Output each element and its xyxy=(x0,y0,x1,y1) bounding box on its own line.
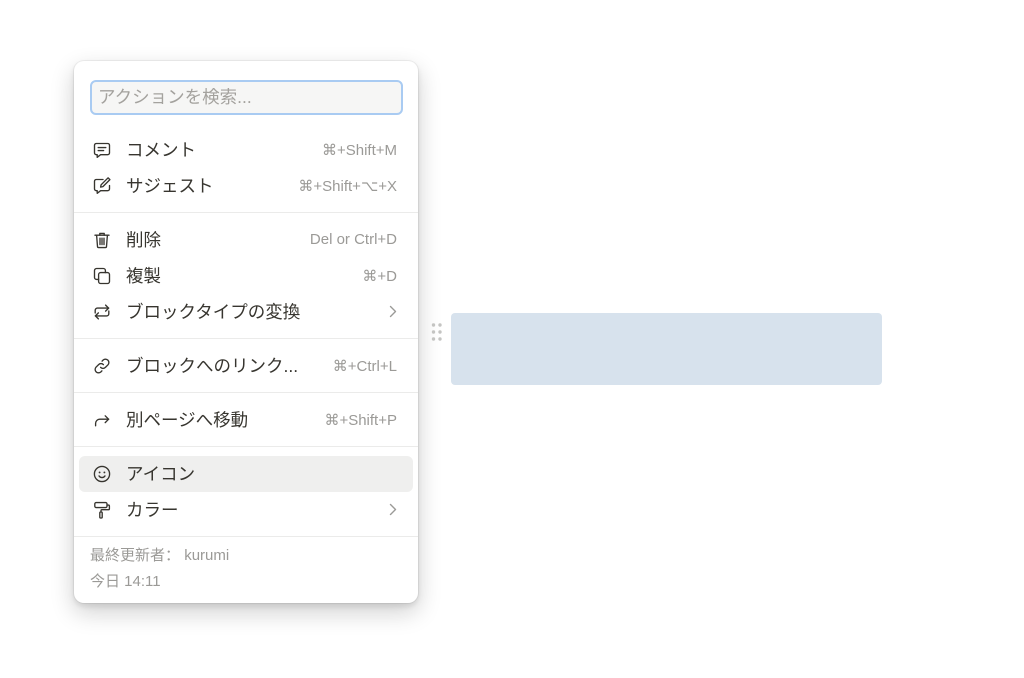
chevron-right-icon xyxy=(389,305,397,318)
menu-item-comment[interactable]: コメント ⌘+Shift+M xyxy=(79,132,413,168)
last-edited-by: 最終更新者： kurumi xyxy=(90,543,402,569)
search-container xyxy=(74,80,418,115)
menu-item-label: サジェスト xyxy=(126,176,214,196)
selected-block[interactable] xyxy=(451,313,882,385)
menu-section-move: 別ページへ移動 ⌘+Shift+P xyxy=(74,392,418,446)
chevron-right-icon xyxy=(389,503,397,516)
menu-item-delete[interactable]: 削除 Del or Ctrl+D xyxy=(79,222,413,258)
last-edited-by-label: 最終更新者： xyxy=(90,547,181,564)
move-to-icon xyxy=(92,410,112,430)
link-icon xyxy=(92,356,112,376)
menu-item-shortcut: ⌘+D xyxy=(362,267,397,285)
menu-item-turn-into[interactable]: ブロックタイプの変換 xyxy=(79,294,413,330)
menu-item-shortcut: ⌘+Shift+⌥+X xyxy=(298,177,397,195)
trash-icon xyxy=(92,230,112,250)
menu-item-move-to[interactable]: 別ページへ移動 ⌘+Shift+P xyxy=(79,402,413,438)
menu-item-shortcut: ⌘+Shift+P xyxy=(324,411,397,429)
drag-handle-icon[interactable] xyxy=(429,321,443,343)
smiley-icon xyxy=(92,464,112,484)
menu-item-label: ブロックタイプの変換 xyxy=(126,302,301,322)
menu-item-label: コメント xyxy=(126,140,196,160)
menu-item-shortcut: ⌘+Shift+M xyxy=(321,141,397,159)
menu-item-copy-link[interactable]: ブロックへのリンク... ⌘+Ctrl+L xyxy=(79,348,413,384)
block-action-menu: コメント ⌘+Shift+M サジェスト ⌘+Shift+⌥+X xyxy=(74,61,418,603)
menu-item-suggest[interactable]: サジェスト ⌘+Shift+⌥+X xyxy=(79,168,413,204)
last-edited-time: 今日 14:11 xyxy=(90,573,161,590)
menu-item-color[interactable]: カラー xyxy=(79,492,413,528)
action-search-input[interactable] xyxy=(90,80,403,115)
menu-footer: 最終更新者： kurumi 今日 14:11 xyxy=(74,536,418,603)
menu-section-edit: 削除 Del or Ctrl+D 複製 ⌘+D ブロックタイプの変換 xyxy=(74,212,418,338)
comment-icon xyxy=(92,140,112,160)
menu-item-shortcut: ⌘+Ctrl+L xyxy=(332,357,397,375)
menu-item-label: 複製 xyxy=(126,266,161,286)
menu-item-label: 別ページへ移動 xyxy=(126,410,249,430)
duplicate-icon xyxy=(92,266,112,286)
turn-into-icon xyxy=(92,302,112,322)
menu-section-link: ブロックへのリンク... ⌘+Ctrl+L xyxy=(74,338,418,392)
menu-item-label: 削除 xyxy=(126,230,161,250)
menu-item-label: カラー xyxy=(126,500,179,520)
menu-item-label: ブロックへのリンク... xyxy=(126,356,299,376)
menu-item-label: アイコン xyxy=(126,464,196,484)
suggest-edit-icon xyxy=(92,176,112,196)
menu-item-duplicate[interactable]: 複製 ⌘+D xyxy=(79,258,413,294)
paint-roller-icon xyxy=(92,500,112,520)
menu-item-shortcut: Del or Ctrl+D xyxy=(309,231,397,248)
menu-item-icon[interactable]: アイコン xyxy=(79,455,413,492)
last-edited-by-user: kurumi xyxy=(184,547,230,564)
menu-section-comments: コメント ⌘+Shift+M サジェスト ⌘+Shift+⌥+X xyxy=(74,123,418,212)
menu-section-style: アイコン カラー xyxy=(74,446,418,536)
